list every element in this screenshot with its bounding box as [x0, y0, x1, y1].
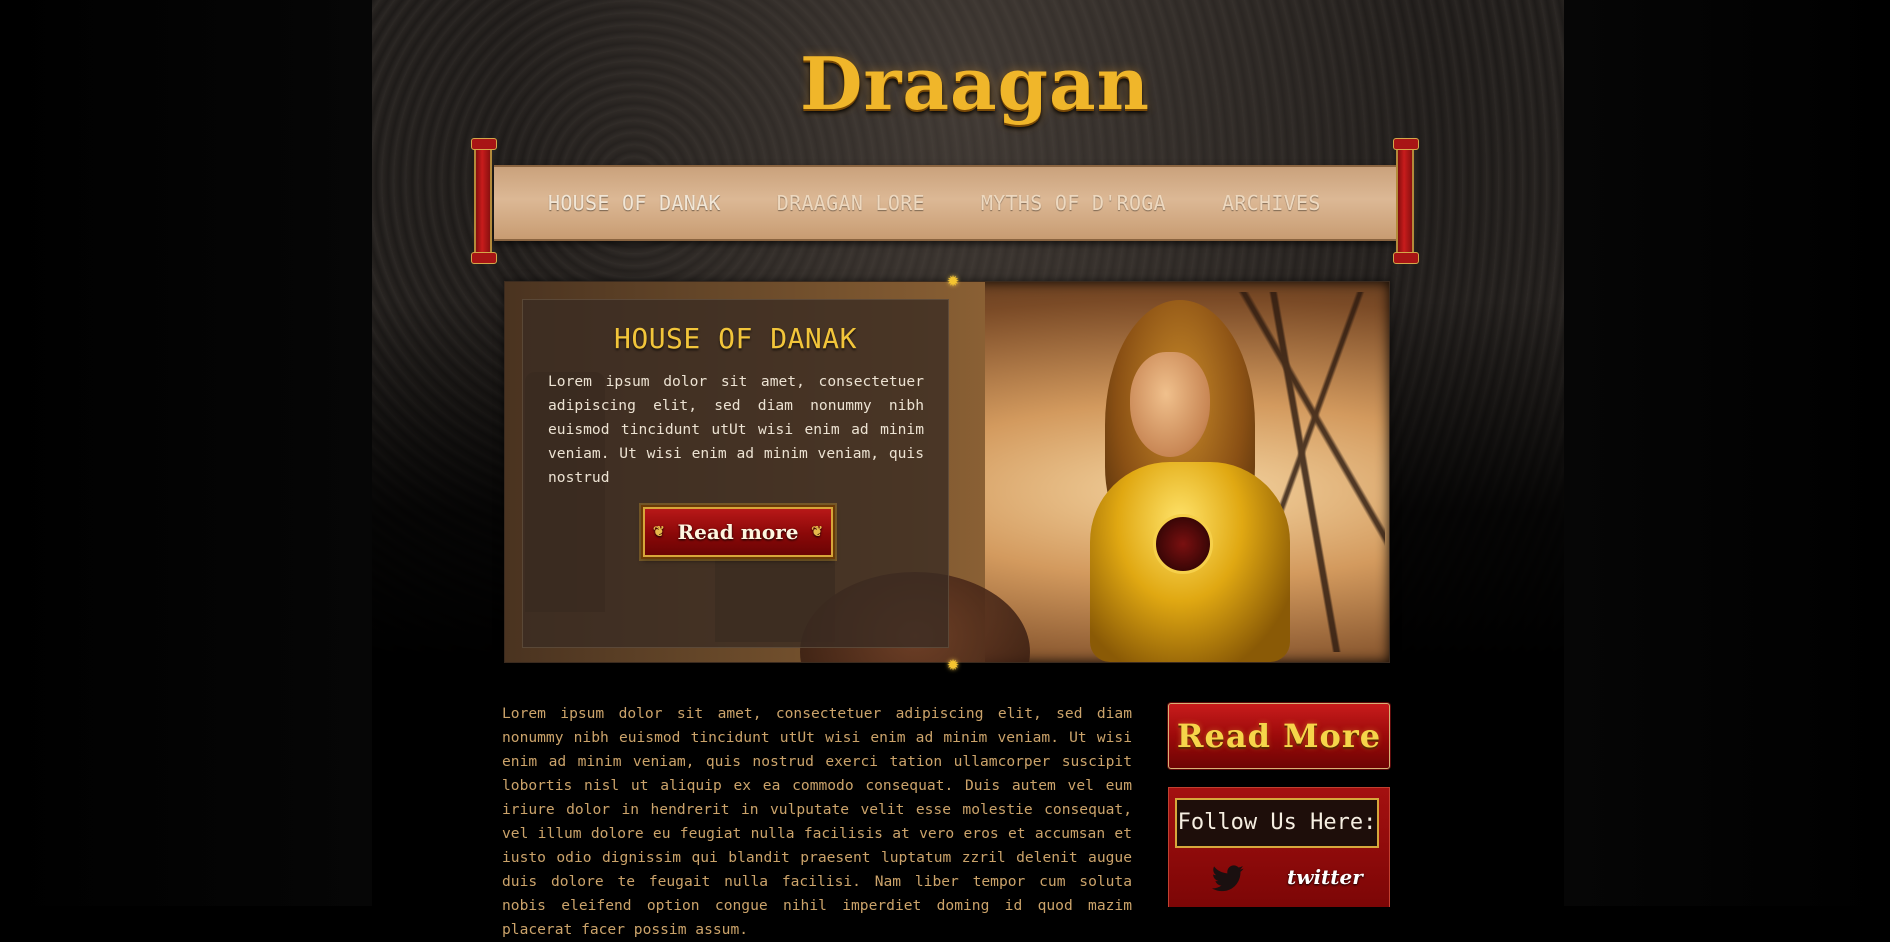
- nav-item-archives[interactable]: ARCHIVES: [1222, 191, 1321, 215]
- follow-us-panel: Follow Us Here: twitter: [1168, 787, 1390, 907]
- main-navigation: HOUSE OF DANAK DRAAGAN LORE MYTHS OF D'R…: [494, 165, 1398, 241]
- follow-us-title: Follow Us Here:: [1175, 798, 1379, 848]
- site-logo[interactable]: Draagan: [800, 34, 1149, 134]
- left-background: [0, 0, 372, 906]
- sun-ornament-bottom-icon: ✹: [946, 651, 960, 675]
- scroll-rod-right: [1393, 138, 1419, 264]
- scroll-rod-left: [471, 138, 497, 264]
- banner-text: Lorem ipsum dolor sit amet, consectetuer…: [548, 373, 924, 486]
- nav-item-myths-of-droga[interactable]: MYTHS OF D'ROGA: [981, 191, 1166, 215]
- warrior-face-image: [1130, 352, 1210, 457]
- banner-read-more-label: Read more: [677, 520, 799, 544]
- sidebar-read-more-button[interactable]: Read More: [1168, 703, 1390, 769]
- sun-ornament-icon: ✹: [946, 267, 960, 291]
- banner-info-panel: HOUSE OF DANAK Lorem ipsum dolor sit ame…: [522, 299, 949, 648]
- ornament-right-icon: ❦: [811, 524, 823, 540]
- banner-title: HOUSE OF DANAK: [613, 322, 857, 355]
- nav-item-draagan-lore[interactable]: DRAAGAN LORE: [777, 191, 925, 215]
- nav-item-house-of-danak[interactable]: HOUSE OF DANAK: [548, 191, 721, 215]
- main-body-text: Lorem ipsum dolor sit amet, consectetuer…: [502, 705, 1132, 938]
- armor-gem-image: [1153, 514, 1213, 574]
- right-background: [1564, 0, 1890, 906]
- twitter-label: twitter: [1287, 865, 1363, 889]
- twitter-link[interactable]: twitter: [1175, 854, 1383, 902]
- banner-read-more-button[interactable]: ❦ Read more ❦: [641, 505, 835, 559]
- ornament-left-icon: ❦: [653, 524, 665, 540]
- twitter-bird-icon: [1211, 865, 1244, 892]
